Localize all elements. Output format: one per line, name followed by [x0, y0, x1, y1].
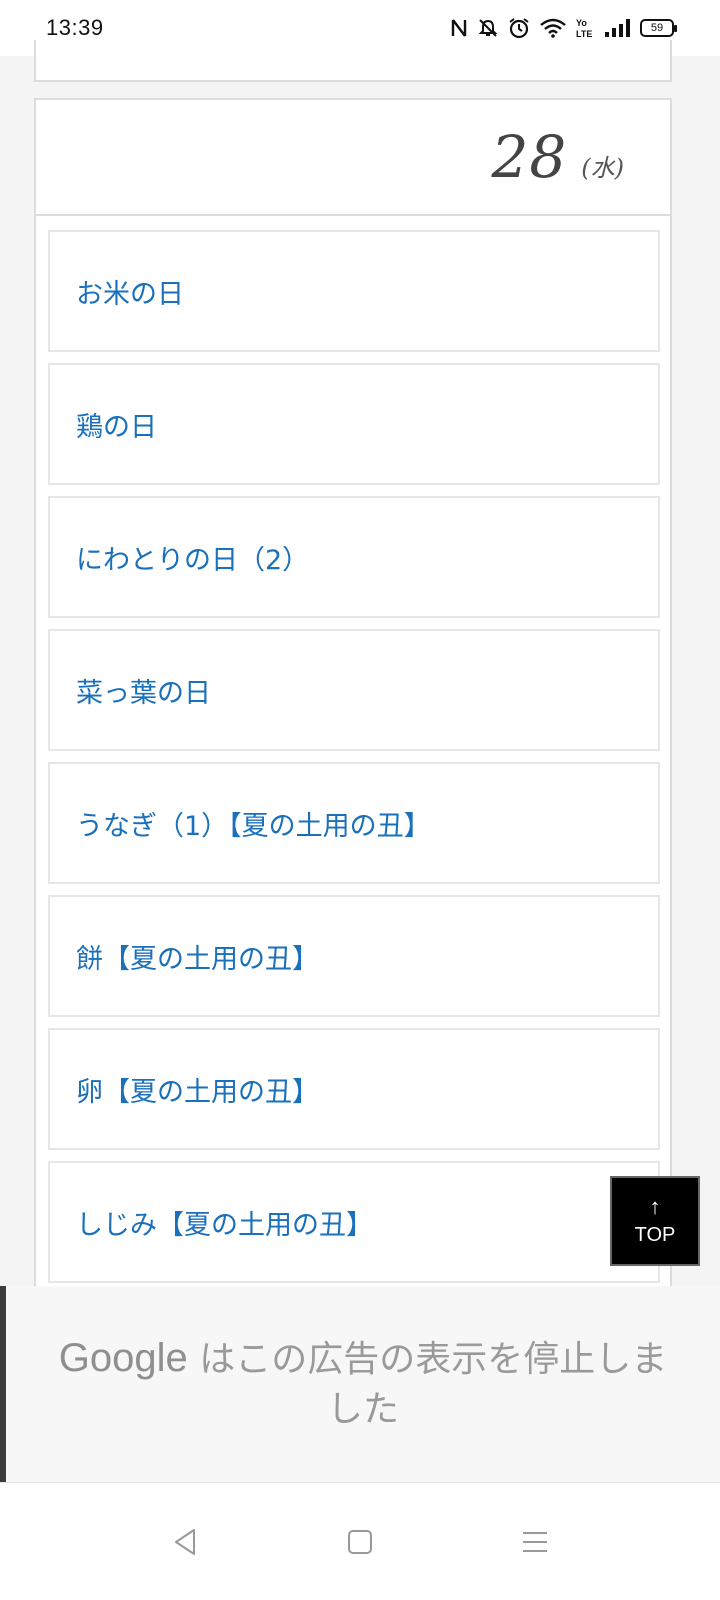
svg-text:Yo: Yo: [576, 18, 587, 28]
battery-icon: 59: [640, 19, 677, 37]
event-link[interactable]: にわとりの日（2）: [48, 496, 660, 618]
ad-banner: Google はこの広告の表示を停止しました: [0, 1286, 720, 1482]
volte-icon: Yo LTE: [576, 17, 594, 39]
back-icon[interactable]: [165, 1522, 205, 1562]
ad-message: Google はこの広告の表示を停止しました: [46, 1333, 680, 1435]
event-link[interactable]: お米の日: [48, 230, 660, 352]
svg-text:LTE: LTE: [576, 29, 592, 39]
day-card: 28 (水) お米の日 鶏の日 にわとりの日（2） 菜っ葉の日 うなぎ（1）【夏…: [34, 98, 672, 1298]
google-logo: Google: [58, 1336, 188, 1380]
status-time: 13:39: [46, 15, 104, 40]
day-weekday: (水): [581, 153, 624, 182]
event-link[interactable]: 餅【夏の土用の丑】: [48, 895, 660, 1017]
event-link[interactable]: うなぎ（1）【夏の土用の丑】: [48, 762, 660, 884]
event-link[interactable]: 卵【夏の土用の丑】: [48, 1028, 660, 1150]
navigation-bar: [0, 1482, 720, 1600]
event-list: お米の日 鶏の日 にわとりの日（2） 菜っ葉の日 うなぎ（1）【夏の土用の丑】 …: [48, 230, 660, 1294]
menu-icon[interactable]: [515, 1522, 555, 1562]
event-link[interactable]: 鶏の日: [48, 363, 660, 485]
top-label: TOP: [634, 1223, 676, 1246]
bell-off-icon: [478, 18, 498, 38]
previous-day-card: [34, 40, 672, 82]
nfc-icon: [450, 18, 468, 38]
back-to-top-button[interactable]: ↑ TOP: [610, 1176, 700, 1266]
ad-message-text: はこの広告の表示を停止しました: [187, 1339, 668, 1430]
wifi-icon: [540, 18, 566, 38]
day-header: 28 (水): [36, 100, 670, 216]
signal-icon: [604, 18, 630, 38]
arrow-up-icon: ↑: [649, 1193, 661, 1219]
event-link[interactable]: しじみ【夏の土用の丑】: [48, 1161, 660, 1283]
status-icons: Yo LTE 59: [450, 17, 677, 39]
alarm-icon: [508, 17, 530, 39]
home-icon[interactable]: [340, 1522, 380, 1562]
day-number: 28: [491, 123, 568, 191]
event-link[interactable]: 菜っ葉の日: [48, 629, 660, 751]
